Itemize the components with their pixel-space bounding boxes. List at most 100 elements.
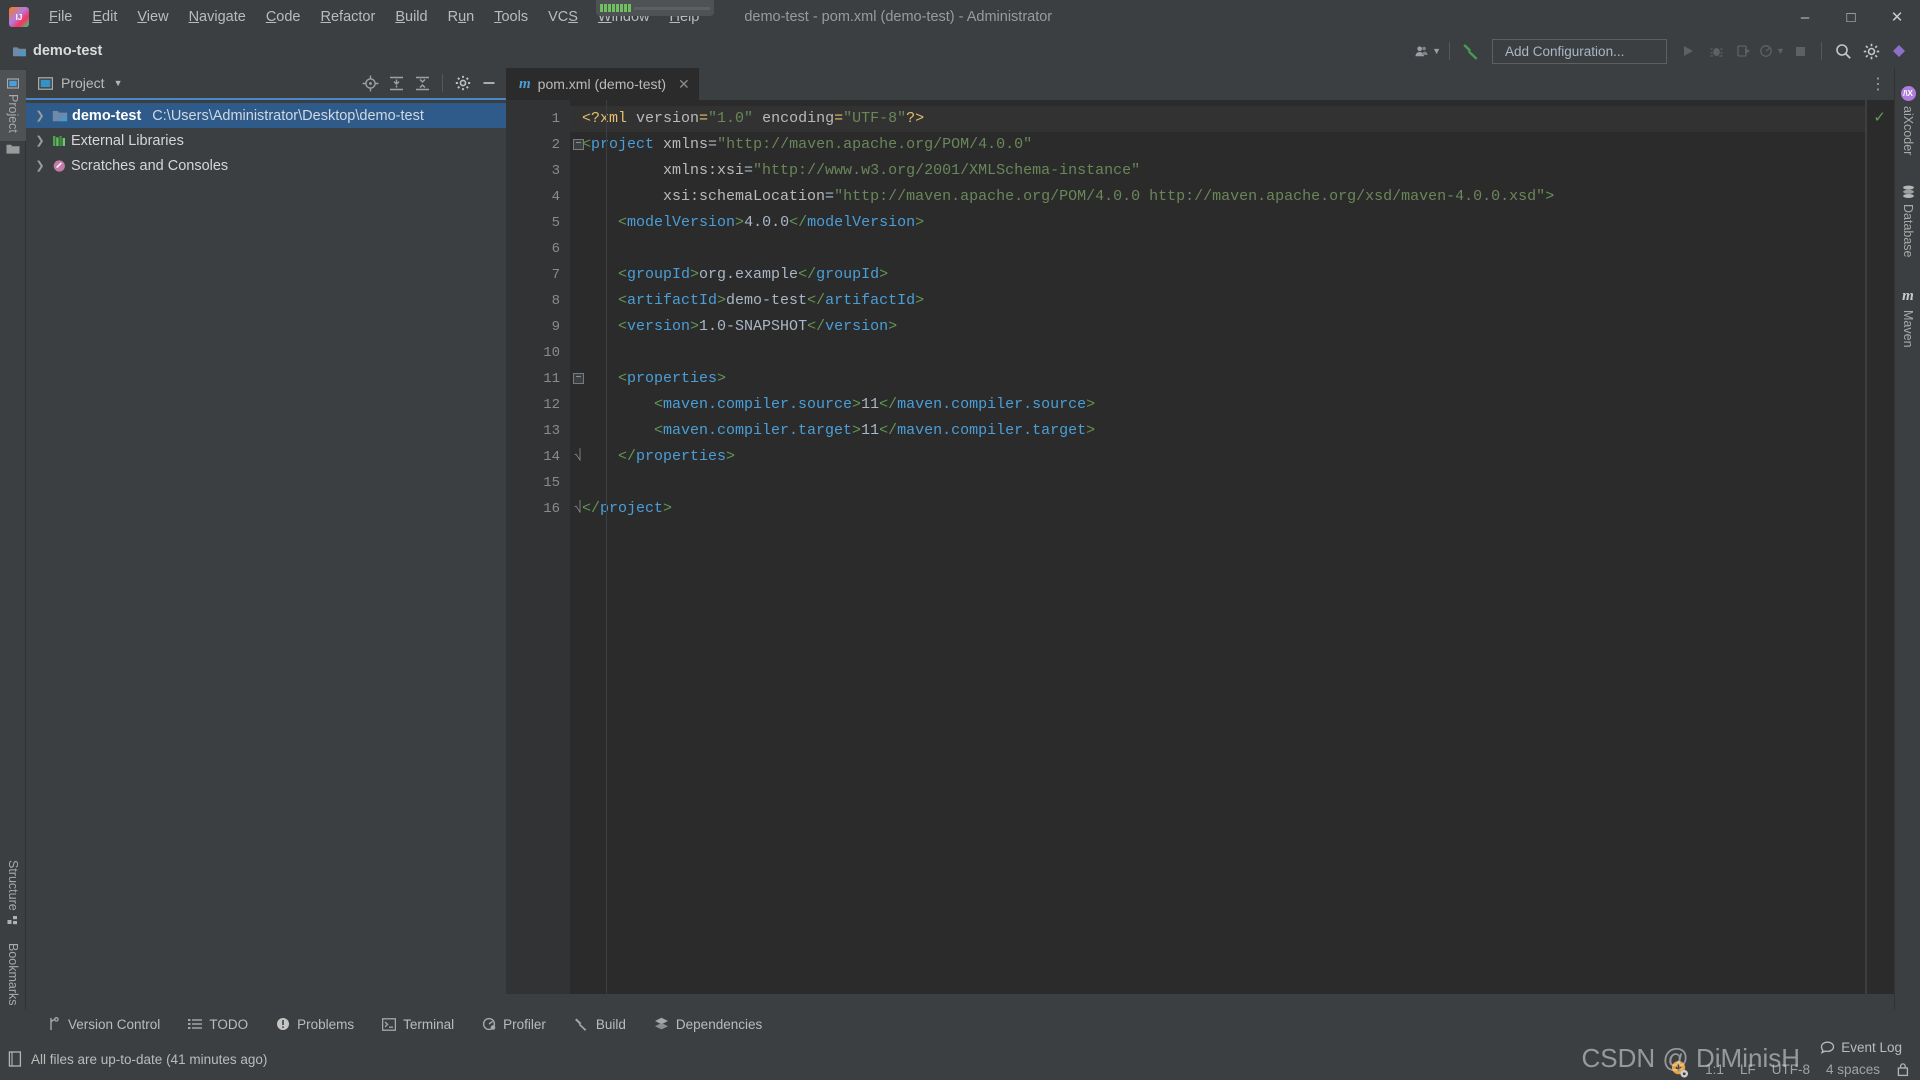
editor-marker-rail[interactable]: ✓ [1866, 100, 1894, 994]
bottom-item-label: Profiler [503, 1017, 546, 1032]
structure-icon [7, 915, 19, 927]
code-line[interactable]: <version>1.0-SNAPSHOT</version> [570, 314, 1894, 340]
sidebar-item-folder[interactable] [0, 141, 26, 163]
tree-row-external-libraries[interactable]: ❯ External Libraries [26, 128, 506, 153]
menu-refactor[interactable]: Refactor [311, 6, 386, 28]
code-token [753, 110, 762, 127]
menu-file[interactable]: File [39, 6, 82, 28]
code-token: maven.compiler.target [897, 422, 1086, 439]
stop-icon[interactable] [1787, 38, 1813, 64]
chevron-down-icon[interactable]: ▼ [114, 78, 123, 88]
code-line[interactable]: <maven.compiler.source>11</maven.compile… [570, 392, 1894, 418]
menu-tools[interactable]: Tools [484, 6, 538, 28]
code-token: > [852, 422, 861, 439]
read-write-lock-icon[interactable] [1896, 1062, 1910, 1077]
status-message: All files are up-to-date (41 minutes ago… [31, 1052, 267, 1067]
code-line[interactable]: <modelVersion>4.0.0</modelVersion> [570, 210, 1894, 236]
maven-label: Maven [1901, 310, 1915, 348]
profile-icon[interactable]: ▼ [1759, 38, 1785, 64]
menu-vcs[interactable]: VCS [538, 6, 588, 28]
editor-options-icon[interactable]: ⋮ [1866, 68, 1890, 100]
code-token: maven.compiler.source [663, 396, 852, 413]
bottom-item-build[interactable]: Build [560, 1010, 640, 1038]
profiler-icon [482, 1017, 496, 1031]
line-separator[interactable]: LF [1740, 1062, 1756, 1077]
bottom-item-terminal[interactable]: Terminal [368, 1010, 468, 1038]
user-account-icon[interactable]: ▼ [1415, 38, 1441, 64]
scratches-icon [52, 159, 67, 173]
code-line[interactable]: <project xmlns="http://maven.apache.org/… [570, 132, 1894, 158]
caret-position[interactable]: 1:1 [1705, 1062, 1724, 1077]
sidebar-item-aixcoder[interactable]: /\X aiXcoder [1895, 78, 1920, 163]
menu-run[interactable]: Run [438, 6, 485, 28]
build-hammer-icon[interactable] [1458, 38, 1484, 64]
collapse-all-icon[interactable] [410, 71, 434, 95]
breadcrumb[interactable]: demo-test [12, 43, 102, 59]
indexing-progress-indicator [596, 0, 714, 16]
code-line[interactable]: </project> [570, 496, 1894, 522]
code-token: artifactId [825, 292, 915, 309]
bottom-item-profiler[interactable]: Profiler [468, 1010, 560, 1038]
bottom-item-version-control[interactable]: Version Control [34, 1010, 174, 1038]
sidebar-item-structure[interactable]: Structure [0, 852, 26, 936]
code-line[interactable]: <properties> [570, 366, 1894, 392]
code-line[interactable]: <maven.compiler.target>11</maven.compile… [570, 418, 1894, 444]
debug-icon[interactable] [1703, 38, 1729, 64]
code-line[interactable]: <groupId>org.example</groupId> [570, 262, 1894, 288]
settings-gear-icon-panel[interactable] [451, 71, 475, 95]
code-text[interactable]: <?xml version="1.0" encoding="UTF-8"?><p… [570, 100, 1894, 994]
download-update-icon[interactable] [1670, 1060, 1689, 1078]
chevron-right-icon[interactable]: ❯ [32, 134, 48, 147]
expand-all-icon[interactable] [384, 71, 408, 95]
code-line[interactable]: </properties> [570, 444, 1894, 470]
menu-navigate[interactable]: Navigate [179, 6, 256, 28]
line-number-gutter[interactable]: 1 2 − 3 4 5 6 7 8 9 10 11 − 12 13 14 ⎷ 1… [506, 100, 570, 994]
add-configuration-button[interactable]: Add Configuration... [1492, 39, 1667, 64]
event-log-button[interactable]: Event Log [1820, 1040, 1902, 1055]
breadcrumb-project[interactable]: demo-test [33, 43, 102, 59]
locate-icon[interactable] [358, 71, 382, 95]
tree-node-name: Scratches and Consoles [71, 158, 228, 174]
window-close-button[interactable]: ✕ [1874, 0, 1920, 34]
bottom-item-todo[interactable]: TODO [174, 1010, 262, 1038]
sidebar-item-database[interactable]: Database [1895, 177, 1920, 266]
chevron-right-icon[interactable]: ❯ [32, 159, 48, 172]
code-line[interactable] [570, 470, 1894, 496]
ide-updates-icon[interactable] [1886, 38, 1912, 64]
code-line[interactable] [570, 236, 1894, 262]
code-token: > [717, 292, 726, 309]
menu-view[interactable]: View [127, 6, 178, 28]
settings-gear-icon[interactable] [1858, 38, 1884, 64]
bottom-item-label: TODO [209, 1017, 248, 1032]
window-maximize-button[interactable]: □ [1828, 0, 1874, 34]
run-icon[interactable] [1675, 38, 1701, 64]
search-everywhere-icon[interactable] [1830, 38, 1856, 64]
editor-tab-pom-xml[interactable]: m pom.xml (demo-test) ✕ [506, 68, 699, 100]
code-line[interactable]: xmlns:xsi="http://www.w3.org/2001/XMLSch… [570, 158, 1894, 184]
code-line[interactable]: <?xml version="1.0" encoding="UTF-8"?> [570, 106, 1894, 132]
sidebar-item-project[interactable]: Project [0, 70, 26, 141]
run-coverage-icon[interactable] [1731, 38, 1757, 64]
bottom-item-dependencies[interactable]: Dependencies [640, 1010, 776, 1038]
menu-code[interactable]: Code [256, 6, 311, 28]
bottom-item-problems[interactable]: Problems [262, 1010, 368, 1038]
window-minimize-button[interactable]: – [1782, 0, 1828, 34]
chevron-right-icon[interactable]: ❯ [32, 109, 48, 122]
hide-icon[interactable] [477, 71, 501, 95]
tree-row-demo-test[interactable]: ❯ demo-test C:\Users\Administrator\Deskt… [26, 103, 506, 128]
inspection-ok-icon[interactable]: ✓ [1873, 108, 1886, 126]
code-line[interactable]: <artifactId>demo-test</artifactId> [570, 288, 1894, 314]
indent-setting[interactable]: 4 spaces [1826, 1062, 1880, 1077]
menu-edit[interactable]: Edit [82, 6, 127, 28]
tree-row-scratches-and-consoles[interactable]: ❯ Scratches and Consoles [26, 153, 506, 178]
code-editor[interactable]: 1 2 − 3 4 5 6 7 8 9 10 11 − 12 13 14 ⎷ 1… [506, 100, 1894, 994]
editor-tab-label: pom.xml (demo-test) [538, 76, 666, 92]
status-message-group[interactable]: All files are up-to-date (41 minutes ago… [8, 1051, 267, 1067]
code-line[interactable]: xsi:schemaLocation="http://maven.apache.… [570, 184, 1894, 210]
menu-build[interactable]: Build [385, 6, 437, 28]
code-token: "1.0" [708, 110, 753, 127]
file-encoding[interactable]: UTF-8 [1772, 1062, 1810, 1077]
sidebar-item-maven[interactable]: m Maven [1895, 280, 1920, 356]
code-line[interactable] [570, 340, 1894, 366]
close-icon[interactable]: ✕ [678, 76, 690, 93]
